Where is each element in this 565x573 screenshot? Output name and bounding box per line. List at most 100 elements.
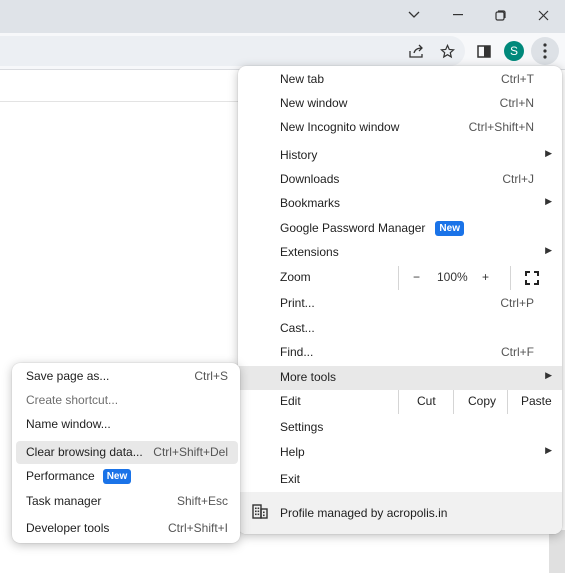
- share-button[interactable]: [405, 39, 429, 63]
- menu-item-label: Edit: [280, 394, 301, 408]
- submenu-arrow-icon: ▶: [545, 245, 552, 255]
- page-scrollbar[interactable]: [549, 530, 565, 573]
- menu-item-label: Cast...: [280, 321, 315, 335]
- page-content-strip: [0, 69, 240, 102]
- menu-item-shortcut: Ctrl+F: [501, 345, 534, 359]
- menu-item-bookmarks[interactable]: Bookmarks ▶: [238, 192, 562, 216]
- fullscreen-icon: [525, 271, 539, 285]
- copy-label: Copy: [468, 394, 497, 408]
- menu-item-shortcut: Ctrl+T: [501, 72, 534, 86]
- managed-profile-item[interactable]: Profile managed by acropolis.in: [238, 492, 562, 534]
- menu-item-label: New window: [280, 96, 348, 110]
- menu-item-new-tab[interactable]: New tab Ctrl+T: [238, 68, 562, 92]
- profile-avatar[interactable]: S: [504, 41, 524, 61]
- restore-button[interactable]: [478, 0, 522, 30]
- submenu-item-task-manager[interactable]: Task manager Shift+Esc: [16, 490, 238, 513]
- submenu-item-label: Task manager: [26, 494, 102, 508]
- minimize-button[interactable]: [436, 0, 480, 30]
- more-tools-submenu: Save page as... Ctrl+S Create shortcut..…: [12, 363, 240, 543]
- star-icon: [439, 43, 455, 58]
- menu-item-label: Settings: [280, 420, 324, 434]
- menu-item-label: Google Password Manager: [280, 221, 426, 235]
- menu-item-settings[interactable]: Settings: [238, 416, 562, 440]
- paste-label: Paste: [521, 394, 552, 408]
- menu-item-password-manager[interactable]: Google Password Manager New: [238, 217, 562, 241]
- managed-profile-label: Profile managed by acropolis.in: [280, 506, 448, 520]
- submenu-item-developer-tools[interactable]: Developer tools Ctrl+Shift+I: [16, 517, 238, 540]
- share-icon: [409, 44, 423, 58]
- submenu-item-shortcut: Shift+Esc: [176, 494, 228, 508]
- submenu-item-label: Developer tools: [26, 521, 110, 535]
- fullscreen-button[interactable]: [525, 271, 539, 288]
- menu-item-exit[interactable]: Exit: [238, 468, 562, 492]
- submenu-item-save-page[interactable]: Save page as... Ctrl+S: [16, 365, 238, 388]
- submenu-item-name-window[interactable]: Name window...: [16, 413, 238, 436]
- minimize-icon: [453, 14, 463, 16]
- bookmark-star-button[interactable]: [435, 39, 459, 63]
- submenu-item-create-shortcut[interactable]: Create shortcut...: [16, 389, 238, 412]
- menu-item-cast[interactable]: Cast...: [238, 317, 562, 341]
- menu-item-new-window[interactable]: New window Ctrl+N: [238, 92, 562, 116]
- submenu-arrow-icon: ▶: [545, 196, 552, 206]
- menu-item-shortcut: Ctrl+Shift+N: [468, 120, 534, 134]
- new-badge: New: [435, 221, 464, 236]
- chevron-down-icon: [408, 11, 420, 18]
- zoom-in-button[interactable]: +: [482, 270, 489, 284]
- new-badge: New: [102, 469, 132, 484]
- menu-item-edit: Edit Cut Copy Paste: [238, 390, 562, 414]
- menu-item-shortcut: Ctrl+J: [502, 172, 534, 186]
- submenu-arrow-icon: ▶: [545, 148, 552, 158]
- menu-item-print[interactable]: Print... Ctrl+P: [238, 292, 562, 316]
- menu-item-label: Bookmarks: [280, 196, 341, 210]
- copy-button[interactable]: Copy: [453, 390, 508, 414]
- title-bar: [0, 0, 565, 33]
- submenu-item-performance[interactable]: Performance New: [16, 465, 238, 488]
- close-window-button[interactable]: [521, 0, 565, 30]
- avatar-letter: S: [509, 44, 518, 58]
- chrome-main-menu: New tab Ctrl+T New window Ctrl+N New Inc…: [238, 66, 562, 534]
- menu-item-label: New Incognito window: [280, 120, 400, 134]
- submenu-arrow-icon: ▶: [545, 370, 552, 380]
- menu-item-label: Downloads: [280, 172, 340, 186]
- menu-item-help[interactable]: Help ▶: [238, 441, 562, 465]
- menu-item-extensions[interactable]: Extensions ▶: [238, 241, 562, 265]
- menu-item-label: History: [280, 148, 318, 162]
- menu-item-new-incognito-window[interactable]: New Incognito window Ctrl+Shift+N: [238, 116, 562, 140]
- menu-item-history[interactable]: History ▶: [238, 144, 562, 168]
- menu-item-zoom: Zoom − 100% +: [238, 266, 562, 290]
- cut-label: Cut: [417, 394, 436, 408]
- side-panel-icon: [477, 44, 491, 58]
- menu-item-label: Zoom: [280, 270, 311, 284]
- submenu-item-label: Name window...: [26, 417, 111, 431]
- menu-item-label: Print...: [280, 296, 315, 310]
- menu-item-shortcut: Ctrl+P: [500, 296, 534, 310]
- kebab-menu-icon: [543, 43, 547, 59]
- zoom-level: 100%: [437, 270, 468, 284]
- address-bar[interactable]: [0, 36, 465, 66]
- submenu-item-shortcut: Ctrl+S: [194, 369, 228, 383]
- zoom-controls: − 100% +: [398, 266, 489, 290]
- submenu-item-shortcut: Ctrl+Shift+I: [167, 521, 228, 535]
- side-panel-button[interactable]: [472, 39, 496, 63]
- tab-search-button[interactable]: [392, 0, 436, 30]
- cut-button[interactable]: Cut: [398, 390, 454, 414]
- menu-item-more-tools[interactable]: More tools ▶: [238, 366, 562, 390]
- submenu-arrow-icon: ▶: [545, 445, 552, 455]
- submenu-item-label: Save page as...: [26, 369, 110, 383]
- chrome-menu-button[interactable]: [531, 37, 559, 65]
- submenu-item-label: Clear browsing data...: [26, 445, 143, 459]
- menu-item-label: More tools: [280, 370, 337, 384]
- close-icon: [538, 10, 548, 20]
- submenu-item-label: Create shortcut...: [26, 393, 119, 407]
- zoom-out-button[interactable]: −: [413, 270, 420, 284]
- submenu-item-clear-browsing-data[interactable]: Clear browsing data... Ctrl+Shift+Del: [16, 441, 238, 464]
- menu-item-label: Help: [280, 445, 305, 459]
- menu-item-downloads[interactable]: Downloads Ctrl+J: [238, 168, 562, 192]
- menu-item-label: Exit: [280, 472, 301, 486]
- menu-item-find[interactable]: Find... Ctrl+F: [238, 341, 562, 365]
- menu-item-label: Extensions: [280, 245, 339, 259]
- paste-button[interactable]: Paste: [507, 390, 563, 414]
- submenu-item-label: Performance: [26, 469, 95, 483]
- restore-icon: [494, 9, 506, 21]
- building-icon: [252, 504, 268, 522]
